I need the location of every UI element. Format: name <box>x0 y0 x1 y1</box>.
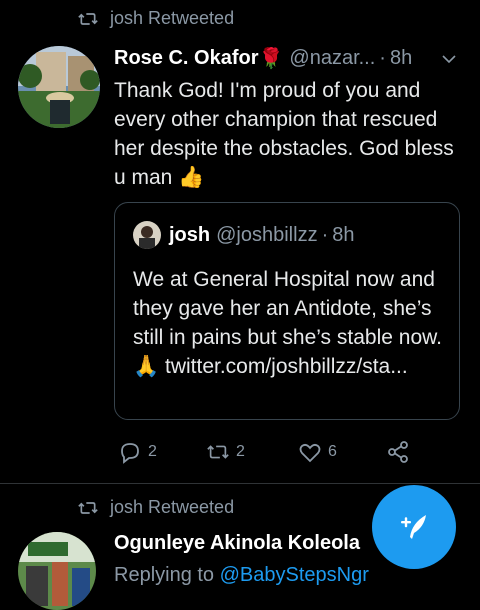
replying-to: Replying to @BabyStepsNgr <box>114 564 369 587</box>
quote-time: 8h <box>332 223 355 246</box>
replying-prefix: Replying to <box>114 564 220 586</box>
quote-link[interactable]: twitter.com/joshbillzz/sta... <box>165 355 408 378</box>
like-count: 6 <box>328 443 337 460</box>
retweet-icon <box>78 12 98 25</box>
share-icon <box>388 441 408 463</box>
reply-icon <box>121 443 139 464</box>
author-name[interactable]: Ogunleye Akinola Koleola <box>114 532 360 555</box>
retweet-count: 2 <box>236 443 245 460</box>
retweet-context[interactable]: josh Retweeted <box>78 8 234 29</box>
reply-button[interactable]: 2 <box>118 440 157 464</box>
tweet-text: Thank God! I'm proud of you and every ot… <box>114 79 454 189</box>
author-emoji: 🌹 <box>258 48 284 70</box>
avatar[interactable] <box>18 46 100 128</box>
avatar[interactable] <box>18 532 96 610</box>
retweet-icon <box>207 445 229 459</box>
compose-button[interactable] <box>372 485 456 569</box>
reply-count: 2 <box>148 443 157 460</box>
divider <box>0 483 480 484</box>
compose-icon <box>401 515 426 539</box>
chevron-down-icon[interactable] <box>441 51 457 67</box>
tweet-actions: 2 2 6 <box>114 440 444 466</box>
tweet-time[interactable]: 8h <box>390 47 412 70</box>
retweet-context-label: josh Retweeted <box>110 8 235 28</box>
heart-icon <box>299 443 321 463</box>
quote-header: josh @joshbillzz · 8h <box>133 221 355 249</box>
like-button[interactable]: 6 <box>298 440 337 464</box>
tweet-header[interactable]: Rose C. Okafor 🌹 @nazar... · 8h <box>114 46 464 71</box>
share-button[interactable] <box>386 440 410 464</box>
quote-text: We at General Hospital now and they gave… <box>133 265 451 381</box>
quote-author-handle: @joshbillzz <box>216 223 318 246</box>
quote-avatar <box>133 221 161 249</box>
author-name[interactable]: Rose C. Okafor <box>114 47 258 70</box>
retweet-context[interactable]: josh Retweeted <box>78 497 234 518</box>
quote-separator: · <box>321 223 329 246</box>
separator: · <box>379 47 386 69</box>
reply-mention[interactable]: @BabyStepsNgr <box>220 564 369 586</box>
quoted-tweet[interactable]: josh @joshbillzz · 8h We at General Hosp… <box>114 202 460 420</box>
author-handle[interactable]: @nazar... <box>289 47 375 70</box>
retweet-button[interactable]: 2 <box>206 440 245 464</box>
retweet-icon <box>78 501 98 514</box>
retweet-context-label: josh Retweeted <box>110 497 235 517</box>
quote-author-name: josh <box>169 223 211 246</box>
